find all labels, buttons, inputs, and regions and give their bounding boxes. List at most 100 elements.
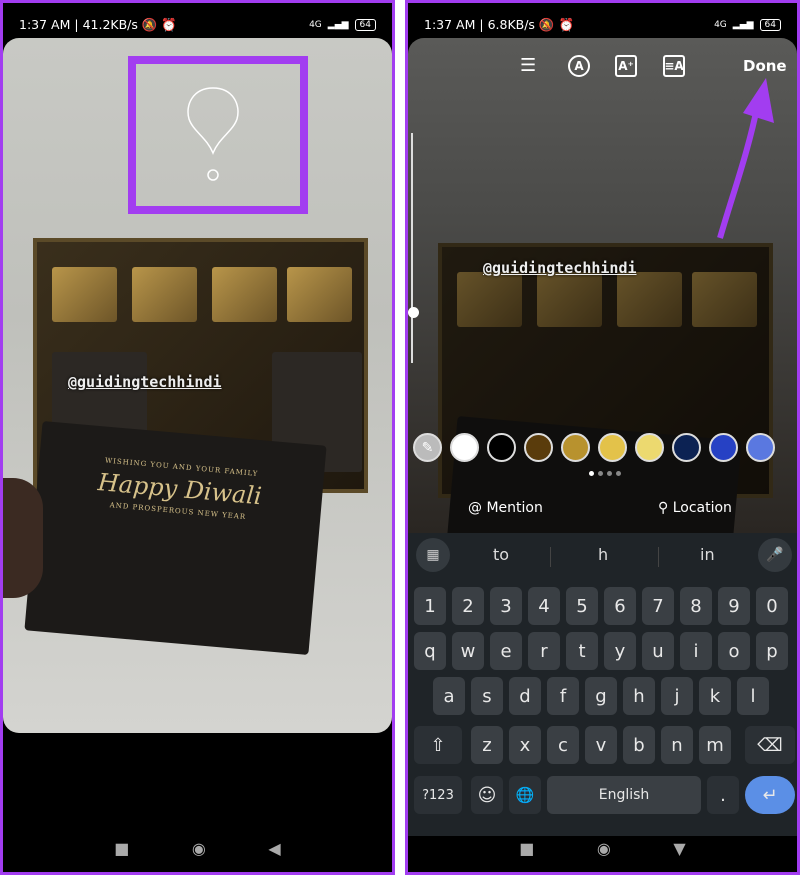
apps-grid-icon[interactable]: ▦ [416,538,450,572]
mention-text-input[interactable]: @guidingtechhindi [483,259,637,277]
key[interactable]: 1 [414,587,446,625]
back-button[interactable]: ▼ [673,839,685,858]
home-button[interactable]: ◉ [597,839,611,858]
key[interactable]: b [623,726,655,764]
key[interactable]: 9 [718,587,750,625]
mention-sticker[interactable]: @guidingtechhindi [68,373,222,391]
suggestion[interactable]: to [493,545,509,564]
key[interactable]: h [623,677,655,715]
color-swatch[interactable] [709,433,738,462]
key[interactable]: v [585,726,617,764]
symbols-key[interactable]: ?123 [414,776,462,814]
text-animate-icon[interactable]: ≡A [663,55,685,77]
key[interactable]: n [661,726,693,764]
align-center-icon[interactable]: ☰ [520,55,536,76]
suggestion[interactable]: in [700,545,715,564]
left-screenshot: 1:37 AM | 41.2KB/s 🔕 ⏰ 4G ▂▄▆ 64 WISHING Y… [0,0,395,875]
status-speed: 6.8KB/s [487,17,535,32]
key[interactable]: k [699,677,731,715]
battery-icon: 64 [759,19,781,31]
key[interactable]: 0 [756,587,788,625]
key[interactable]: m [699,726,731,764]
battery-icon: 64 [354,19,376,31]
signal-icon: ▂▄▆ [732,20,754,30]
key[interactable]: o [718,632,750,670]
key[interactable]: r [528,632,560,670]
color-swatch[interactable] [561,433,590,462]
suggestion-bar: ▦ to h in 🎤 [408,533,797,577]
status-bar: 1:37 AM | 6.8KB/s 🔕 ⏰ 4G ▂▄▆ 64 [424,15,781,35]
key[interactable]: 5 [566,587,598,625]
status-time: 1:37 AM [19,17,71,32]
key[interactable]: d [509,677,541,715]
nav-bar: ■ ◉ ▼ [408,839,797,858]
key[interactable]: p [756,632,788,670]
key[interactable]: e [490,632,522,670]
highlight-box [128,56,308,214]
key[interactable]: c [547,726,579,764]
key[interactable]: g [585,677,617,715]
key[interactable]: 8 [680,587,712,625]
eyedropper-icon[interactable]: ✎ [413,433,442,462]
period-key[interactable]: . [707,776,739,814]
color-swatch[interactable] [524,433,553,462]
location-label: Location [672,500,732,516]
nav-bar: ■ ◉ ◀ [3,839,392,858]
key[interactable]: i [680,632,712,670]
arrow-annotation [717,78,774,239]
status-time: 1:37 AM [424,17,476,32]
key[interactable]: q [414,632,446,670]
size-slider-handle[interactable] [408,307,419,318]
enter-key[interactable]: ↵ [745,776,795,814]
keyboard: ▦ to h in 🎤 1234567890qwertyuiopasdfghjk… [408,533,797,836]
color-swatch[interactable] [635,433,664,462]
key[interactable]: f [547,677,579,715]
network-label: 4G [714,20,727,30]
palette-page-indicator [589,471,621,476]
backspace-key[interactable]: ⌫ [745,726,795,764]
recents-button[interactable]: ■ [519,839,534,858]
key[interactable]: t [566,632,598,670]
key[interactable]: j [661,677,693,715]
key[interactable]: w [452,632,484,670]
diwali-card: WISHING YOU AND YOUR FAMILY Happy Diwali… [24,420,327,656]
globe-key[interactable]: 🌐 [509,776,541,814]
key[interactable]: 3 [490,587,522,625]
key[interactable]: l [737,677,769,715]
location-button[interactable]: ⚲ Location [658,500,732,516]
status-speed: 41.2KB/s [82,17,138,32]
mention-button[interactable]: @ Mention [468,500,543,516]
key[interactable]: y [604,632,636,670]
color-swatch[interactable] [487,433,516,462]
key[interactable]: u [642,632,674,670]
size-slider-track[interactable] [411,133,413,363]
mention-label: Mention [486,500,543,516]
space-key[interactable]: English [547,776,701,814]
location-pin-icon: ⚲ [658,500,673,516]
color-swatch[interactable] [598,433,627,462]
key[interactable]: s [471,677,503,715]
signal-icon: ▂▄▆ [327,20,349,30]
suggestion[interactable]: h [598,545,608,564]
font-icon[interactable]: A [568,55,590,77]
color-swatch[interactable] [450,433,479,462]
recents-button[interactable]: ■ [114,839,129,858]
emoji-key[interactable]: ☺ [471,776,503,814]
color-swatch[interactable] [746,433,775,462]
key[interactable]: 2 [452,587,484,625]
home-button[interactable]: ◉ [192,839,206,858]
color-palette: ✎ [413,433,775,462]
shift-key[interactable]: ⇧ [414,726,462,764]
key[interactable]: 4 [528,587,560,625]
microphone-icon[interactable]: 🎤 [758,538,792,572]
key[interactable]: a [433,677,465,715]
key[interactable]: x [509,726,541,764]
key[interactable]: z [471,726,503,764]
status-bar: 1:37 AM | 41.2KB/s 🔕 ⏰ 4G ▂▄▆ 64 [19,15,376,35]
text-effect-icon[interactable]: A⁺ [615,55,637,77]
color-swatch[interactable] [672,433,701,462]
at-icon: @ [468,500,487,516]
key[interactable]: 7 [642,587,674,625]
back-button[interactable]: ◀ [268,839,280,858]
key[interactable]: 6 [604,587,636,625]
